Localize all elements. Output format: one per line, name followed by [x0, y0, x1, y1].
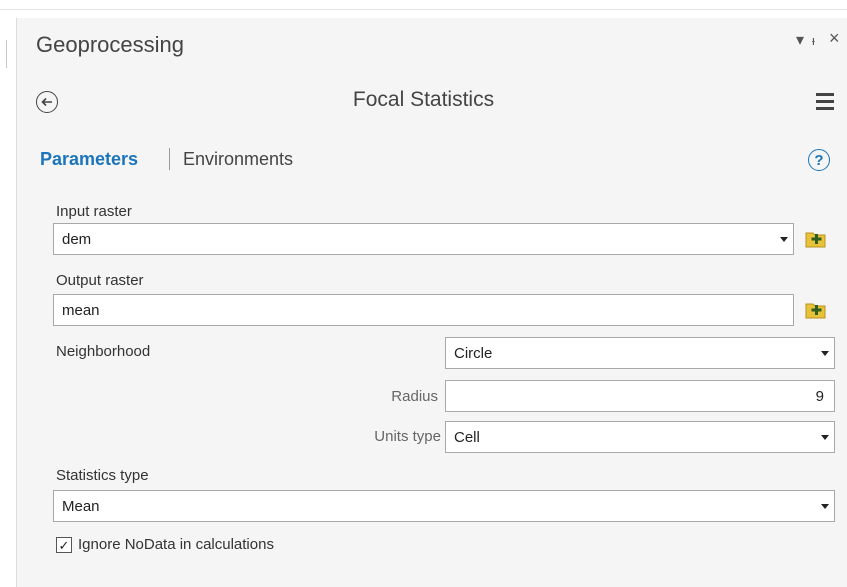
neighborhood-value: Circle	[454, 344, 493, 362]
top-divider	[0, 9, 847, 10]
ignore-nodata-label[interactable]: Ignore NoData in calculations	[78, 536, 274, 553]
output-raster-label: Output raster	[56, 272, 144, 289]
tab-parameters[interactable]: Parameters	[40, 149, 138, 170]
tab-environments[interactable]: Environments	[183, 149, 293, 170]
statistics-type-select[interactable]: Mean	[53, 490, 835, 522]
radius-label: Radius	[391, 388, 438, 405]
radius-value: 9	[815, 387, 824, 405]
chevron-down-icon[interactable]	[816, 434, 834, 440]
close-icon[interactable]: ×	[829, 29, 840, 47]
pane-title: Geoprocessing	[36, 32, 184, 57]
statistics-type-label: Statistics type	[56, 467, 149, 484]
top-cropped-strip	[0, 0, 847, 10]
ignore-nodata-checkbox[interactable]: ✓	[56, 537, 72, 553]
pane-options-dropdown[interactable]: ▾	[796, 33, 804, 49]
chevron-down-icon[interactable]	[775, 236, 793, 242]
folder-browse-icon[interactable]	[804, 299, 828, 321]
output-raster-value: mean	[62, 301, 100, 319]
units-type-select[interactable]: Cell	[445, 421, 835, 453]
chevron-down-icon[interactable]	[816, 503, 834, 509]
tool-title: Focal Statistics	[352, 88, 495, 111]
hamburger-menu-icon[interactable]	[816, 93, 834, 110]
input-raster-field[interactable]: dem	[53, 223, 794, 255]
folder-browse-icon[interactable]	[804, 228, 828, 250]
neighborhood-label: Neighborhood	[56, 343, 151, 360]
tab-separator	[169, 148, 170, 170]
statistics-type-value: Mean	[62, 497, 100, 515]
neighborhood-select[interactable]: Circle	[445, 337, 835, 369]
input-raster-value: dem	[62, 230, 92, 248]
chevron-down-icon[interactable]	[816, 350, 834, 356]
pin-icon[interactable]: ᵼ	[812, 33, 815, 49]
output-raster-field[interactable]: mean	[53, 294, 794, 326]
help-icon[interactable]: ?	[808, 149, 830, 171]
units-type-label: Units type	[374, 428, 441, 445]
left-edge-mark	[6, 40, 7, 68]
units-type-value: Cell	[454, 428, 480, 446]
radius-input[interactable]: 9	[445, 380, 835, 412]
input-raster-label: Input raster	[56, 203, 132, 220]
